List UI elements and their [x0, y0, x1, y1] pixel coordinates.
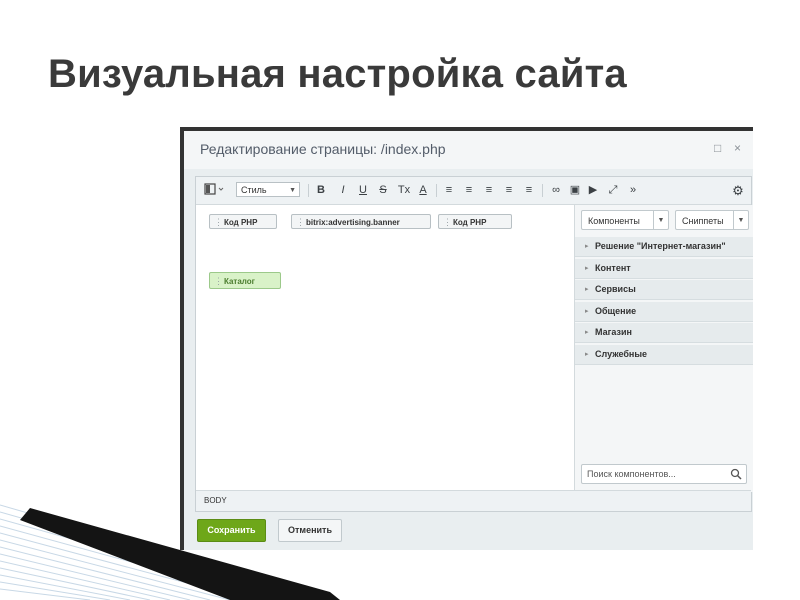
chevron-right-icon: ▸: [585, 329, 589, 336]
close-button[interactable]: ×: [734, 141, 741, 155]
category-label: Общение: [595, 305, 637, 316]
strikethrough-button[interactable]: S: [376, 182, 390, 199]
component-search-input[interactable]: Поиск компонентов...: [581, 464, 747, 484]
php-code-block[interactable]: ⋮ Код PHP: [438, 214, 512, 229]
fullscreen-button[interactable]: ⤢: [606, 182, 620, 199]
category-label: Решение "Интернет-магазин": [595, 241, 726, 251]
drag-handle-icon: ⋮: [296, 217, 305, 227]
more-button[interactable]: »: [626, 182, 640, 199]
element-path[interactable]: BODY: [204, 496, 227, 505]
font-color-button[interactable]: A: [416, 182, 430, 199]
style-select[interactable]: Стиль ▼: [236, 182, 300, 197]
view-mode-button[interactable]: [204, 182, 226, 199]
component-block-advertising-banner[interactable]: ⋮ bitrix:advertising.banner: [291, 214, 431, 229]
settings-button[interactable]: ⚙: [731, 182, 745, 199]
maximize-button[interactable]: □: [714, 141, 721, 155]
bold-button[interactable]: B: [314, 182, 328, 199]
editor-window: Редактирование страницы: /index.php □ × …: [180, 127, 753, 550]
unordered-list-button[interactable]: ≡: [462, 182, 476, 199]
window-title: Редактирование страницы: /index.php: [200, 141, 446, 157]
editor-content[interactable]: ⋮ Код PHP ⋮ bitrix:advertising.banner ⋮ Код…: [196, 205, 573, 492]
slide-title: Визуальная настройка сайта: [48, 52, 627, 96]
component-category-list: ▸ Решение "Интернет-магазин" ▸ Контент ▸ Се…: [575, 237, 753, 366]
components-tab-label: Компоненты: [588, 216, 640, 226]
php-code-block[interactable]: ⋮ Код PHP: [209, 214, 277, 229]
split-view-icon: [204, 183, 224, 195]
editor-toolbar: Стиль ▼ B I U S Tx A ≡ ≡ ≡ ≡ ≡ ∞ ▣ ▶ ⤢ »…: [196, 177, 751, 205]
chevron-right-icon: ▸: [585, 243, 589, 250]
category-item[interactable]: ▸ Решение "Интернет-магазин": [575, 237, 753, 257]
window-titlebar: Редактирование страницы: /index.php □ ×: [184, 131, 753, 169]
video-button[interactable]: ▶: [586, 182, 600, 199]
outdent-button[interactable]: ≡: [482, 182, 496, 199]
block-label: Каталог: [224, 277, 255, 286]
ordered-list-button[interactable]: ≡: [442, 182, 456, 199]
chevron-down-icon[interactable]: ▼: [733, 211, 748, 229]
drag-handle-icon: ⋮: [214, 276, 223, 286]
indent-button[interactable]: ≡: [502, 182, 516, 199]
clear-format-button[interactable]: Tx: [396, 182, 412, 199]
toolbar-divider: [436, 184, 437, 197]
link-button[interactable]: ∞: [548, 182, 564, 199]
category-label: Сервисы: [595, 284, 636, 294]
category-item[interactable]: ▸ Контент: [575, 258, 753, 279]
snippets-tab-button[interactable]: Сниппеты ▼: [675, 210, 749, 230]
block-label: bitrix:advertising.banner: [306, 218, 400, 227]
category-item[interactable]: ▸ Служебные: [575, 344, 753, 365]
toolbar-divider: [542, 184, 543, 197]
html-editor: Стиль ▼ B I U S Tx A ≡ ≡ ≡ ≡ ≡ ∞ ▣ ▶ ⤢ »…: [195, 176, 753, 512]
category-label: Служебные: [595, 348, 648, 359]
components-tab-button[interactable]: Компоненты ▼: [581, 210, 669, 230]
category-item[interactable]: ▸ Сервисы: [575, 280, 753, 300]
drag-handle-icon: ⋮: [443, 217, 452, 227]
components-panel: Компоненты ▼ Сниппеты ▼ ▸ Решение "Интерн…: [574, 205, 753, 492]
search-placeholder: Поиск компонентов...: [587, 469, 676, 479]
category-item[interactable]: ▸ Общение: [575, 301, 753, 322]
italic-button[interactable]: I: [336, 182, 350, 199]
save-button[interactable]: Сохранить: [197, 519, 266, 542]
block-label: Код PHP: [453, 218, 487, 227]
image-button[interactable]: ▣: [568, 182, 582, 199]
cancel-button[interactable]: Отменить: [278, 519, 342, 542]
chevron-down-icon: ▼: [289, 187, 296, 194]
component-block-catalog[interactable]: ⋮ Каталог: [209, 272, 281, 289]
search-icon[interactable]: [730, 468, 742, 480]
align-button[interactable]: ≡: [522, 182, 536, 199]
category-label: Магазин: [595, 327, 632, 337]
chevron-right-icon: ▸: [585, 264, 589, 272]
chevron-down-icon[interactable]: ▼: [653, 211, 668, 229]
editor-statusbar: BODY: [196, 490, 751, 511]
snippets-tab-label: Сниппеты: [682, 216, 724, 226]
category-label: Контент: [595, 262, 631, 273]
toolbar-divider: [308, 184, 309, 197]
chevron-right-icon: ▸: [585, 286, 589, 293]
chevron-right-icon: ▸: [585, 350, 589, 358]
category-item[interactable]: ▸ Магазин: [575, 323, 753, 343]
style-select-value: Стиль: [241, 185, 267, 195]
block-label: Код PHP: [224, 218, 258, 227]
drag-handle-icon: ⋮: [214, 217, 223, 227]
underline-button[interactable]: U: [356, 182, 370, 199]
chevron-right-icon: ▸: [585, 307, 589, 315]
